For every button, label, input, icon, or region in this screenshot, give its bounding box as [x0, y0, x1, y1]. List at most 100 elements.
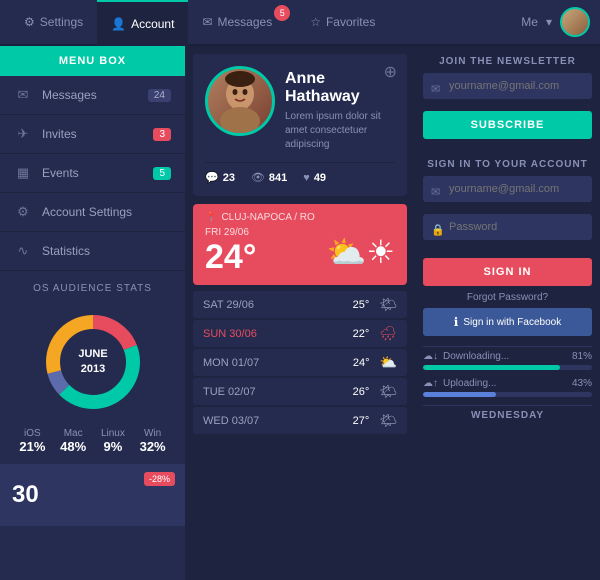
signin-email-wrap: ✉: [423, 176, 592, 208]
invites-icon: ✈: [14, 125, 32, 143]
main-layout: MENU BOX ✉ Messages 24 ✈ Invites 3 ▦ Eve…: [0, 46, 600, 580]
center-panel: ⊕ Anne Hathaway Lorem ipsum dolor s: [185, 46, 415, 580]
upload-icon: ☁↑: [423, 378, 438, 389]
sidebar-item-account-settings[interactable]: ⚙ Account Settings: [0, 193, 185, 232]
facebook-signin-button[interactable]: ℹ Sign in with Facebook: [423, 308, 592, 336]
weather-temp: 24°: [205, 238, 256, 277]
right-panel: JOIN THE NEWSLETTER ✉ SUBSCRIBE SIGN IN …: [415, 46, 600, 580]
messages-icon: ✉: [14, 86, 32, 104]
progress-item-uploading: ☁↑ Uploading... 43%: [423, 378, 592, 397]
forgot-password-link[interactable]: Forgot Password?: [423, 292, 592, 303]
download-icon: ☁↓: [423, 351, 438, 362]
account-icon: 👤: [111, 17, 126, 31]
heart-icon: ♥: [303, 172, 310, 184]
sidebar: MENU BOX ✉ Messages 24 ✈ Invites 3 ▦ Eve…: [0, 46, 185, 580]
divider: [423, 346, 592, 347]
facebook-icon: ℹ: [454, 315, 459, 329]
weather-icon-mon: ⛅: [380, 354, 397, 371]
sidebar-item-events[interactable]: ▦ Events 5: [0, 154, 185, 193]
stats-labels: iOS 21% Mac 48% Linux 9% Win 32%: [12, 428, 173, 454]
weather-row-sun: SUN 30/06 22° 🌧: [193, 320, 407, 347]
weather-row-sat: SAT 29/06 25° 🌤: [193, 291, 407, 318]
sidebar-item-statistics[interactable]: ∿ Statistics: [0, 232, 185, 271]
weather-icon-wed: 🌤: [379, 412, 397, 429]
profile-name: Anne Hathaway: [285, 70, 395, 106]
svg-text:JUNE: JUNE: [78, 348, 107, 360]
os-stats-section: OS AUDIENCE STATS JUNE 2013: [0, 273, 185, 462]
profile-desc: Lorem ipsum dolor sit amet consectetuer …: [285, 110, 395, 152]
signin-email-input[interactable]: [423, 176, 592, 202]
messages-count-badge: 24: [148, 89, 171, 102]
weather-date: FRI 29/06: [205, 227, 256, 238]
tab-settings[interactable]: ⚙ Settings: [10, 0, 97, 45]
messages-badge: 5: [274, 5, 290, 21]
newsletter-email-wrap: ✉: [423, 73, 592, 105]
weather-list: SAT 29/06 25° 🌤 SUN 30/06 22° 🌧 MON 01/0…: [193, 291, 407, 434]
avatar[interactable]: [560, 7, 590, 37]
profile-stat-comments: 💬 23: [205, 171, 235, 184]
signin-email-icon: ✉: [431, 186, 440, 199]
tab-messages[interactable]: ✉ Messages 5: [188, 0, 296, 45]
svg-text:2013: 2013: [80, 363, 104, 375]
user-menu[interactable]: Me ▾: [521, 7, 590, 37]
bottom-left-card: 30 -28%: [0, 464, 185, 526]
signin-password-input[interactable]: [423, 214, 592, 240]
progress-item-downloading: ☁↓ Downloading... 81%: [423, 351, 592, 370]
profile-stat-views: 👁 841: [251, 171, 287, 184]
settings-icon: ⚙: [24, 15, 35, 29]
stat-mac: Mac 48%: [60, 428, 86, 454]
stat-ios: iOS 21%: [19, 428, 45, 454]
stat-win: Win 32%: [140, 428, 166, 454]
signin-button[interactable]: SIGN IN: [423, 258, 592, 286]
weather-row-mon: MON 01/07 24° ⛅: [193, 349, 407, 376]
tab-account[interactable]: 👤 Account: [97, 0, 188, 46]
weather-icon-sun: 🌧: [379, 325, 397, 342]
views-icon: 👁: [251, 171, 265, 184]
newsletter-email-input[interactable]: [423, 73, 592, 99]
chevron-icon: ▾: [546, 15, 552, 29]
lock-icon: 🔒: [431, 224, 445, 237]
add-button[interactable]: ⊕: [384, 62, 397, 82]
weather-row-tue: TUE 02/07 26° 🌤: [193, 378, 407, 405]
sidebar-item-messages[interactable]: ✉ Messages 24: [0, 76, 185, 115]
comments-icon: 💬: [205, 171, 219, 184]
profile-photo: [205, 66, 275, 136]
donut-chart: JUNE 2013: [12, 302, 173, 422]
account-settings-icon: ⚙: [14, 203, 32, 221]
subscribe-button[interactable]: SUBSCRIBE: [423, 111, 592, 139]
bottom-badge: -28%: [144, 472, 175, 486]
download-progress-fill: [423, 365, 560, 370]
profile-info: Anne Hathaway Lorem ipsum dolor sit amet…: [285, 66, 395, 152]
statistics-icon: ∿: [14, 242, 32, 260]
download-progress-bar: [423, 365, 592, 370]
stats-title: OS AUDIENCE STATS: [12, 283, 173, 294]
stat-linux: Linux 9%: [101, 428, 125, 454]
upload-progress-bar: [423, 392, 592, 397]
profile-card: ⊕ Anne Hathaway Lorem ipsum dolor s: [193, 54, 407, 196]
weather-icon-sat: 🌤: [379, 296, 397, 313]
weather-row-wed: WED 03/07 27° 🌤: [193, 407, 407, 434]
profile-top: Anne Hathaway Lorem ipsum dolor sit amet…: [205, 66, 395, 152]
download-pct: 81%: [572, 351, 592, 362]
weather-icon-tue: 🌤: [379, 383, 397, 400]
email-icon: ✉: [431, 83, 440, 96]
weather-main-icon: ⛅☀: [326, 233, 395, 271]
location-icon: 📍: [205, 212, 217, 223]
profile-stat-likes: ♥ 49: [303, 171, 326, 184]
events-icon: ▦: [14, 164, 32, 182]
messages-icon: ✉: [202, 15, 212, 29]
weather-location: 📍 CLUJ-NAPOCA / RO: [205, 212, 395, 223]
profile-stats: 💬 23 👁 841 ♥ 49: [205, 162, 395, 184]
events-count-badge: 5: [153, 167, 171, 180]
top-nav: ⚙ Settings 👤 Account ✉ Messages 5 ☆ Favo…: [0, 0, 600, 46]
weather-main: FRI 29/06 24° ⛅☀: [205, 227, 395, 277]
sidebar-item-invites[interactable]: ✈ Invites 3: [0, 115, 185, 154]
wednesday-section-title: WEDNESDAY: [423, 405, 592, 425]
menu-box-header: MENU BOX: [0, 46, 185, 76]
upload-progress-fill: [423, 392, 496, 397]
upload-pct: 43%: [572, 378, 592, 389]
star-icon: ☆: [310, 15, 321, 29]
signin-title: SIGN IN TO YOUR ACCOUNT: [423, 149, 592, 176]
signin-password-wrap: 🔒: [423, 214, 592, 246]
tab-favorites[interactable]: ☆ Favorites: [296, 0, 389, 45]
